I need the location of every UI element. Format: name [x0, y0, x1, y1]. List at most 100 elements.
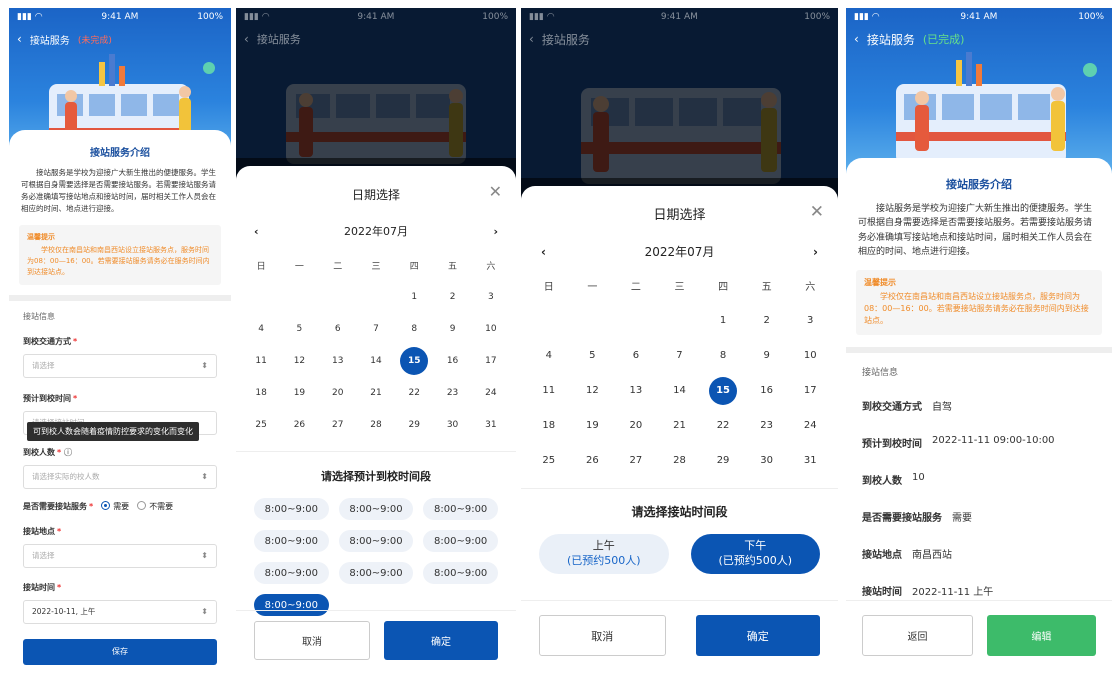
radio-need[interactable]: 需要 [101, 500, 129, 512]
calendar-day[interactable]: 8 [701, 350, 745, 361]
calendar-day[interactable]: 9 [745, 350, 789, 361]
prev-month-icon[interactable]: ‹ [541, 245, 546, 259]
cancel-button[interactable]: 取消 [254, 621, 370, 660]
calendar-day[interactable]: 19 [280, 388, 318, 398]
confirm-button[interactable]: 确定 [384, 621, 498, 660]
calendar-day[interactable]: 12 [571, 385, 615, 396]
calendar-day[interactable]: 5 [571, 350, 615, 361]
calendar-day[interactable]: 25 [527, 455, 571, 466]
calendar-day[interactable]: 13 [614, 385, 658, 396]
calendar-day[interactable]: 16 [745, 385, 789, 396]
calendar-day[interactable]: 24 [472, 388, 510, 398]
calendar-day[interactable]: 17 [472, 356, 510, 366]
back-button[interactable]: 返回 [862, 615, 973, 656]
calendar-day[interactable]: 26 [571, 455, 615, 466]
calendar-day[interactable]: 11 [527, 385, 571, 396]
help-icon[interactable]: ⓘ [64, 448, 72, 457]
calendar-day[interactable]: 21 [658, 420, 702, 431]
confirm-button[interactable]: 确定 [695, 615, 820, 656]
calendar-day[interactable]: 15 [701, 376, 745, 405]
calendar-day[interactable]: 19 [571, 420, 615, 431]
calendar-day[interactable]: 9 [433, 324, 471, 334]
calendar-day[interactable]: 17 [788, 385, 832, 396]
edit-button[interactable]: 编辑 [987, 615, 1096, 656]
calendar-day[interactable]: 14 [658, 385, 702, 396]
period-pm[interactable]: 下午 (已预约500人) [690, 534, 820, 574]
calendar-day[interactable]: 31 [788, 455, 832, 466]
calendar-day[interactable]: 28 [658, 455, 702, 466]
calendar-day[interactable]: 3 [472, 292, 510, 302]
calendar-day[interactable]: 5 [280, 324, 318, 334]
calendar-day[interactable]: 20 [614, 420, 658, 431]
time-slot[interactable]: 8:00~9:00 [423, 530, 498, 552]
calendar-day[interactable]: 6 [319, 324, 357, 334]
calendar-day[interactable]: 27 [319, 420, 357, 430]
calendar-day[interactable]: 6 [614, 350, 658, 361]
calendar-day[interactable]: 7 [357, 324, 395, 334]
transport-select[interactable]: 请选择 ⬍ [23, 353, 217, 378]
calendar-day[interactable]: 31 [472, 420, 510, 430]
signal-icon: ▮▮▮ ◠ [17, 12, 43, 22]
calendar-day[interactable]: 15 [395, 347, 433, 375]
calendar-day[interactable]: 14 [357, 356, 395, 366]
calendar-day[interactable]: 20 [319, 388, 357, 398]
calendar-day[interactable]: 4 [527, 350, 571, 361]
calendar-day[interactable]: 4 [242, 324, 280, 334]
calendar-day[interactable]: 30 [745, 455, 789, 466]
count-select[interactable]: 请选择实际的校人数 ⬍ [23, 464, 217, 489]
next-month-icon[interactable]: › [493, 225, 498, 238]
calendar-day[interactable]: 8 [395, 324, 433, 334]
calendar-day[interactable]: 7 [658, 350, 702, 361]
time-slot[interactable]: 8:00~9:00 [338, 530, 414, 552]
calendar-day[interactable]: 22 [395, 388, 433, 398]
save-button[interactable]: 保存 [23, 638, 217, 665]
calendar-day[interactable]: 26 [280, 420, 318, 430]
calendar-day[interactable]: 29 [701, 455, 745, 466]
time-slot[interactable]: 8:00~9:00 [338, 562, 414, 584]
place-select[interactable]: 请选择 ⬍ [23, 543, 217, 568]
back-icon[interactable]: ‹ [244, 32, 249, 46]
calendar-day[interactable]: 21 [357, 388, 395, 398]
calendar-day[interactable]: 1 [395, 292, 433, 302]
time-select[interactable]: 2022-10-11, 上午 ⬍ [23, 599, 217, 624]
calendar-day[interactable]: 13 [319, 356, 357, 366]
cancel-button[interactable]: 取消 [539, 615, 666, 656]
time-slot[interactable]: 8:00~9:00 [423, 562, 498, 584]
next-month-icon[interactable]: › [813, 245, 818, 259]
nav-bar: ‹ 接站服务 (已完成) [846, 26, 1112, 52]
calendar-day[interactable]: 18 [527, 420, 571, 431]
calendar-day[interactable]: 25 [242, 420, 280, 430]
time-slot[interactable]: 8:00~9:00 [423, 498, 498, 520]
calendar-day[interactable]: 22 [701, 420, 745, 431]
calendar-day[interactable]: 23 [433, 388, 471, 398]
back-icon[interactable]: ‹ [854, 32, 859, 46]
calendar-day[interactable]: 16 [433, 356, 471, 366]
calendar-day[interactable]: 23 [745, 420, 789, 431]
calendar-day[interactable]: 24 [788, 420, 832, 431]
calendar-day[interactable]: 2 [745, 315, 789, 326]
time-slot[interactable]: 8:00~9:00 [254, 498, 329, 520]
calendar-day[interactable]: 1 [701, 315, 745, 326]
back-icon[interactable]: ‹ [529, 32, 534, 46]
radio-not-need[interactable]: 不需要 [137, 500, 173, 512]
period-am[interactable]: 上午 (已预约500人) [539, 534, 669, 574]
calendar-day[interactable]: 18 [242, 388, 280, 398]
calendar-day[interactable]: 10 [788, 350, 832, 361]
back-icon[interactable]: ‹ [17, 32, 22, 46]
time-slot[interactable]: 8:00~9:00 [338, 498, 414, 520]
info-row: 预计到校时间 2022-11-11 09:00-10:00 [846, 435, 1112, 450]
calendar-day[interactable]: 12 [280, 356, 318, 366]
calendar-day[interactable]: 29 [395, 420, 433, 430]
calendar-day[interactable]: 11 [242, 356, 280, 366]
close-icon[interactable]: ✕ [810, 202, 824, 222]
calendar-day[interactable]: 2 [433, 292, 471, 302]
calendar-day[interactable]: 27 [614, 455, 658, 466]
calendar-day[interactable]: 28 [357, 420, 395, 430]
calendar-day[interactable]: 3 [788, 315, 832, 326]
time-slot[interactable]: 8:00~9:00 [254, 562, 329, 584]
calendar-day[interactable]: 30 [433, 420, 471, 430]
time-slot[interactable]: 8:00~9:00 [254, 530, 329, 552]
calendar-day[interactable]: 10 [472, 324, 510, 334]
prev-month-icon[interactable]: ‹ [254, 225, 259, 238]
close-icon[interactable]: ✕ [489, 182, 502, 201]
